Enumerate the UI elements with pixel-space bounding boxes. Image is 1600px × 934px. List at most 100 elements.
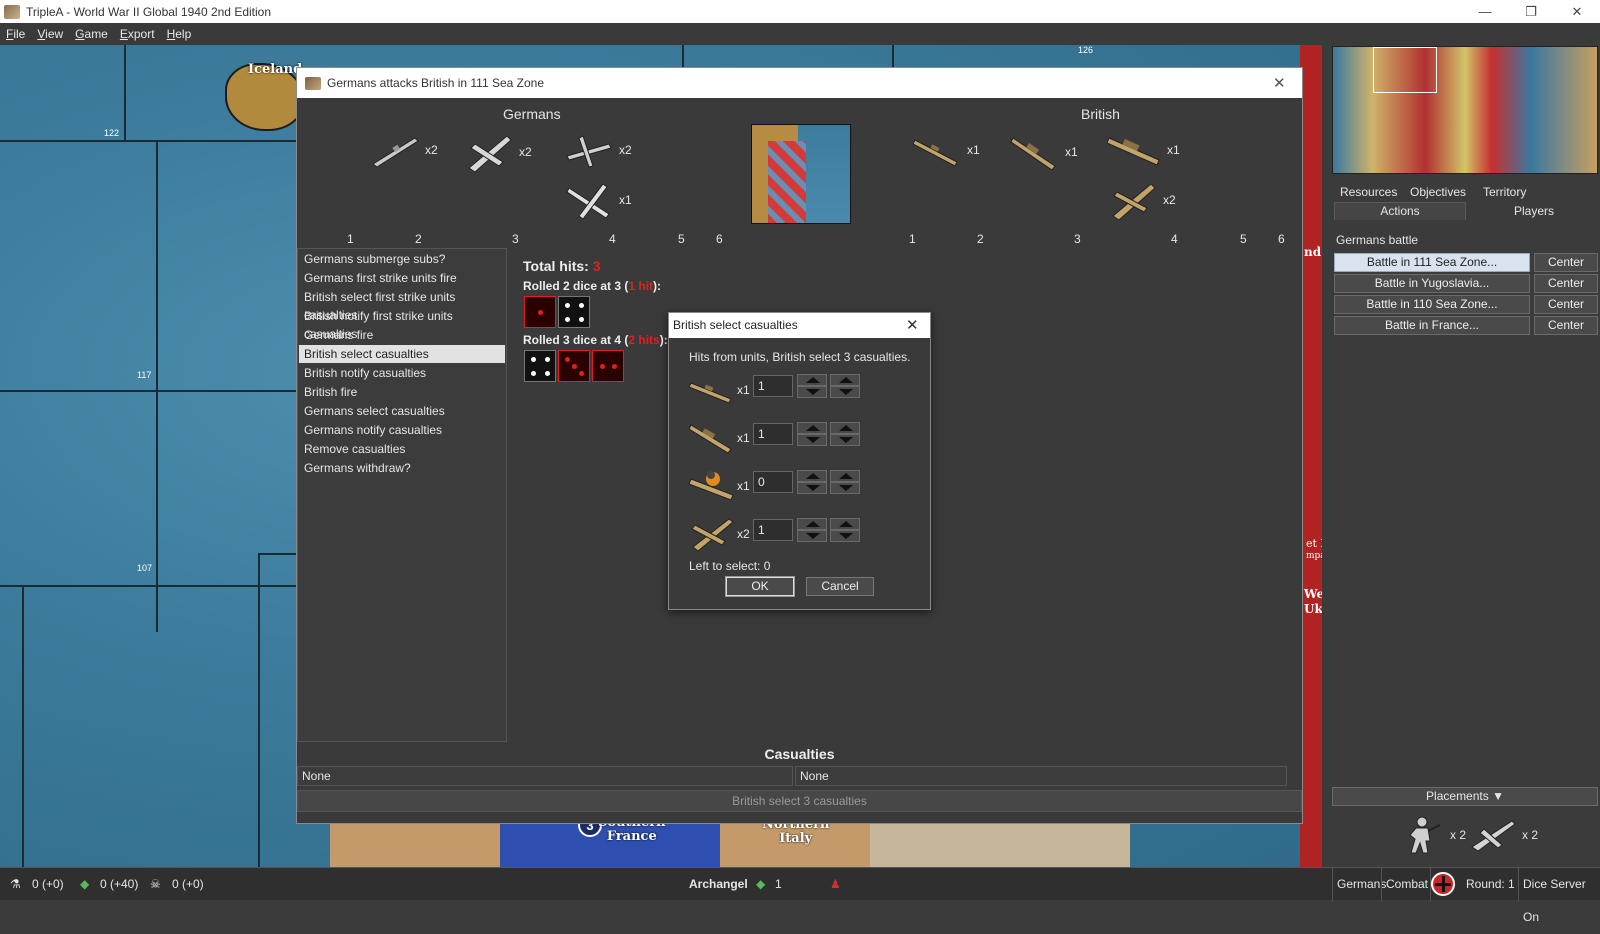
window-close-button[interactable]: ✕ (1554, 0, 1600, 23)
soviet-territory-strip[interactable] (1300, 45, 1322, 867)
roll-suffix: ): (659, 333, 668, 347)
attacker-die-5: 5 (678, 232, 685, 246)
decrement-button[interactable] (797, 386, 827, 398)
menu-game[interactable]: Game (75, 27, 108, 41)
battle-step[interactable]: British notify casualties (299, 364, 505, 382)
tab-players[interactable]: Players (1470, 204, 1598, 218)
casualty-max-spinner[interactable] (830, 422, 860, 446)
casualty-max-spinner[interactable] (830, 518, 860, 542)
defender-die-2: 2 (977, 232, 984, 246)
battle-steps-list[interactable]: Germans submerge subs? Germans first str… (297, 248, 507, 742)
casualty-spinner[interactable] (797, 470, 827, 494)
battle-step[interactable]: British fire (299, 383, 505, 401)
battle-step[interactable]: Remove casualties (299, 440, 505, 458)
battle-yugoslavia-button[interactable]: Battle in Yugoslavia... (1334, 274, 1530, 293)
total-hits-label: Total hits: (523, 258, 589, 274)
status-bar: ⚗ 0 (+0) ◆ 0 (+40) ☠ 0 (+0) Archangel ◆ … (0, 867, 1600, 924)
decrement-button[interactable] (797, 482, 827, 494)
casualty-quantity-field[interactable]: 0 (753, 471, 793, 493)
casualty-row-damaged-battleship: x1 0 (688, 465, 919, 505)
pus-value: 0 (+40) (100, 877, 139, 891)
placements-dropdown[interactable]: Placements ▼ (1332, 787, 1598, 806)
menu-view[interactable]: View (37, 27, 63, 41)
max-button[interactable] (830, 518, 860, 530)
battle-step[interactable]: British notify first strike units casual… (299, 307, 505, 341)
battle-status-button[interactable]: British select 3 casualties (297, 790, 1302, 812)
cruiser-icon (1010, 137, 1056, 171)
casualty-quantity-field[interactable]: 1 (753, 375, 793, 397)
increment-button[interactable] (797, 422, 827, 434)
increment-button[interactable] (797, 518, 827, 530)
tab-actions[interactable]: Actions (1334, 202, 1466, 220)
unit-count: x2 (737, 527, 750, 541)
casualty-spinner[interactable] (797, 422, 827, 446)
restore-button[interactable]: ❐ (1508, 0, 1554, 23)
battle-step[interactable]: Germans fire (299, 326, 505, 344)
battle-step-selected[interactable]: British select casualties (299, 345, 505, 363)
roll-prefix: Rolled 2 dice at 3 ( (523, 279, 629, 293)
attacker-name: Germans (503, 106, 561, 122)
decrement-button[interactable] (797, 434, 827, 446)
min-button[interactable] (830, 434, 860, 446)
max-button[interactable] (830, 422, 860, 434)
casualty-quantity-field[interactable]: 1 (753, 423, 793, 445)
dialog-close-button[interactable]: ✕ (906, 316, 919, 334)
placement-fighter: x 2 (1468, 815, 1538, 855)
battle-step[interactable]: Germans notify casualties (299, 421, 505, 439)
center-button[interactable]: Center (1534, 274, 1598, 293)
casualty-spinner[interactable] (797, 374, 827, 398)
placement-count: x 2 (1450, 828, 1467, 842)
casualty-spinner[interactable] (797, 518, 827, 542)
roll-hits: 1 hit (628, 279, 654, 293)
zone-label-107: 107 (137, 563, 153, 573)
attacker-die-4: 4 (609, 232, 616, 246)
cancel-button[interactable]: Cancel (806, 577, 874, 596)
max-button[interactable] (830, 470, 860, 482)
battle-step[interactable]: British select first strike units casual… (299, 288, 505, 322)
skull-icon: ☠ (150, 877, 161, 891)
minimap-viewport[interactable] (1373, 47, 1437, 93)
minimize-button[interactable]: — (1462, 0, 1508, 23)
min-button[interactable] (830, 482, 860, 494)
minimap[interactable] (1332, 46, 1598, 174)
battle-step[interactable]: Germans submerge subs? (299, 250, 505, 268)
casualty-max-spinner[interactable] (830, 470, 860, 494)
casualty-quantity-field[interactable]: 1 (753, 519, 793, 541)
battle-step[interactable]: Germans select casualties (299, 402, 505, 420)
tech-value: 0 (+0) (32, 877, 64, 891)
zone-label-117: 117 (137, 370, 152, 380)
window-titlebar: TripleA - World War II Global 1940 2nd E… (0, 0, 1600, 23)
min-button[interactable] (830, 386, 860, 398)
battle-step[interactable]: Germans withdraw? (299, 459, 505, 477)
menu-file[interactable]: File (6, 27, 25, 41)
unit-count: x2 (619, 143, 632, 157)
center-button[interactable]: Center (1534, 295, 1598, 314)
select-casualties-dialog: British select casualties ✕ Hits from un… (668, 312, 931, 610)
tab-resources[interactable]: Resources (1340, 185, 1397, 199)
battle-step[interactable]: Germans first strike units fire (299, 269, 505, 287)
battle-france-button[interactable]: Battle in France... (1334, 316, 1530, 335)
casualty-max-spinner[interactable] (830, 374, 860, 398)
die-result-miss (558, 296, 590, 328)
left-to-select: Left to select: 0 (689, 559, 771, 573)
increment-button[interactable] (797, 374, 827, 386)
menu-export[interactable]: Export (120, 27, 155, 41)
bomber-icon (566, 183, 610, 220)
decrement-button[interactable] (797, 530, 827, 542)
max-button[interactable] (830, 374, 860, 386)
tab-objectives[interactable]: Objectives (1410, 185, 1466, 199)
center-button[interactable]: Center (1534, 253, 1598, 272)
production-icon: ◆ (756, 877, 766, 891)
battle-111-sea-zone-button[interactable]: Battle in 111 Sea Zone... (1334, 253, 1530, 272)
die-result-miss (524, 350, 556, 382)
min-button[interactable] (830, 530, 860, 542)
zone-label-122: 122 (104, 128, 120, 138)
battle-110-sea-zone-button[interactable]: Battle in 110 Sea Zone... (1334, 295, 1530, 314)
tab-territory[interactable]: Territory (1483, 185, 1526, 199)
menu-help[interactable]: Help (167, 27, 192, 41)
battle-close-button[interactable]: ✕ (1273, 74, 1286, 92)
center-button[interactable]: Center (1534, 316, 1598, 335)
increment-button[interactable] (797, 470, 827, 482)
ok-button[interactable]: OK (725, 576, 795, 597)
attacker-unit-submarine: x2 (369, 130, 438, 170)
